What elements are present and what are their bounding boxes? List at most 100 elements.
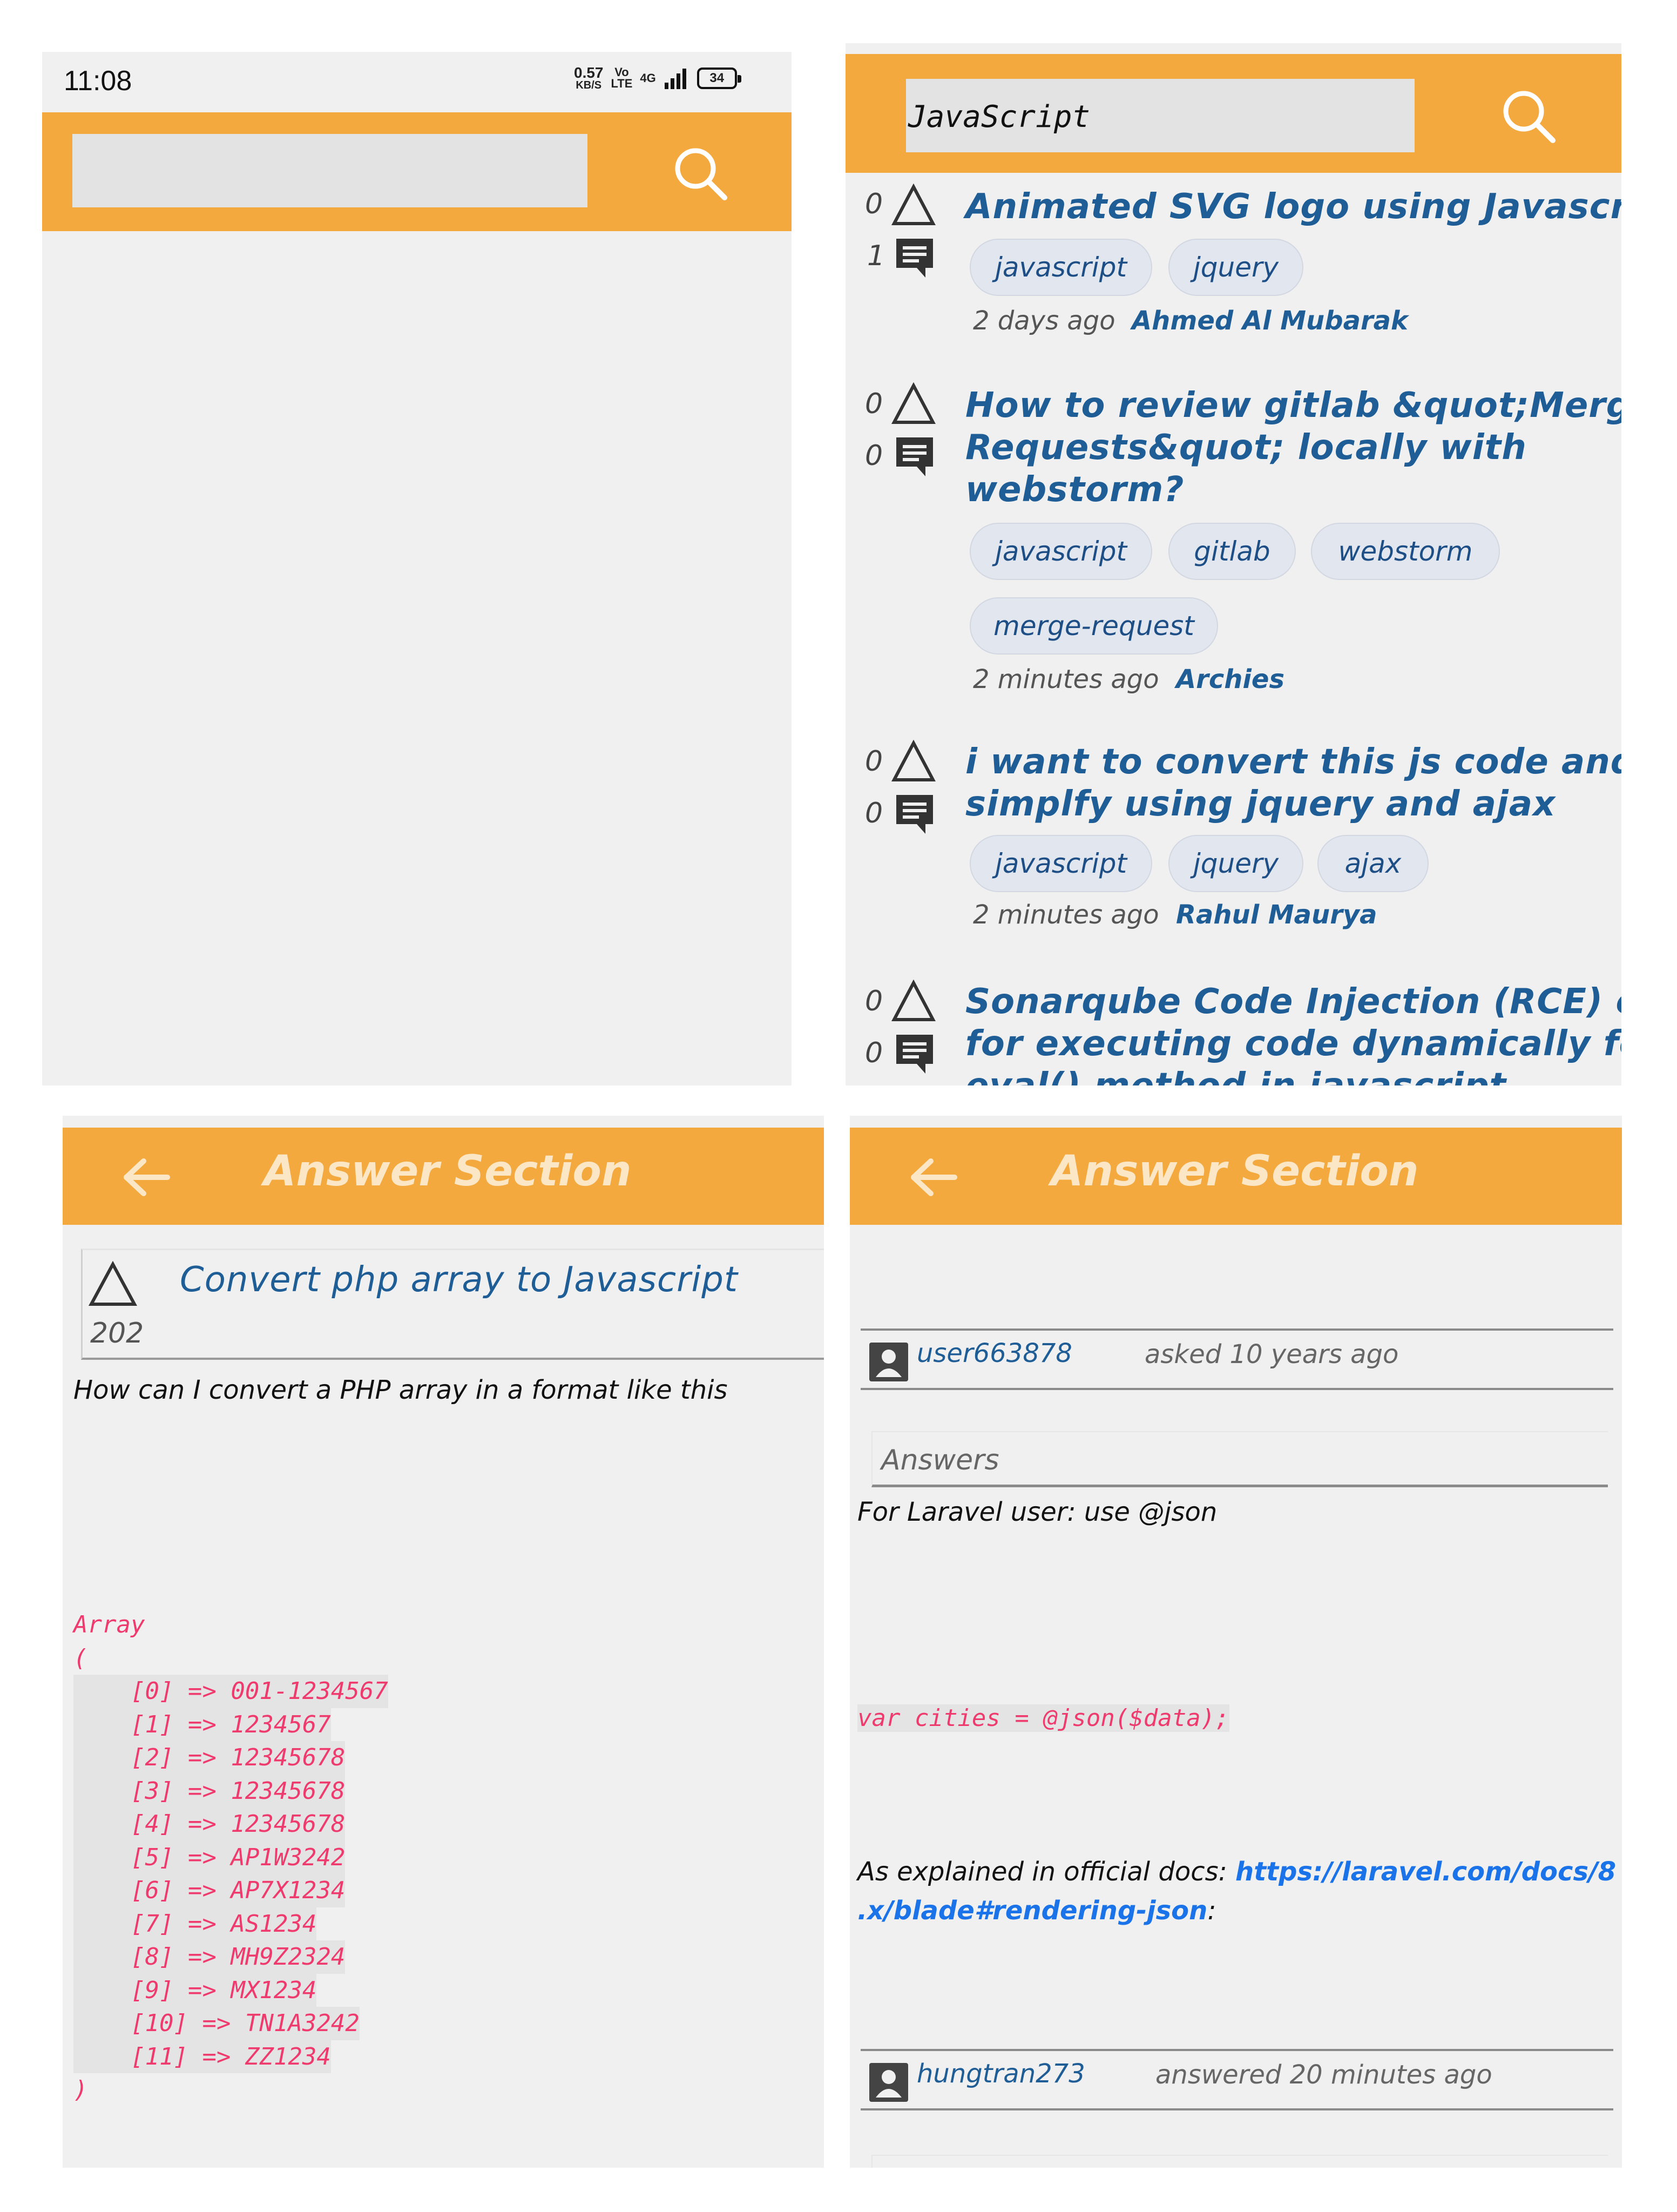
code-line: [7] => AS1234 <box>73 1907 317 1940</box>
question-title-line[interactable]: webstorm? <box>965 470 1184 510</box>
answer-text: For Laravel user: use @json <box>857 1497 1218 1527</box>
question-item[interactable]: 0 1 Animated SVG logo using Javascript j… <box>846 184 1621 378</box>
tag-chip[interactable]: webstorm <box>1311 523 1500 580</box>
back-arrow-icon[interactable] <box>908 1157 958 1198</box>
search-icon[interactable] <box>671 144 731 204</box>
link-suffix: : <box>1207 1896 1216 1926</box>
code-line: [11] => ZZ1234 <box>73 2040 331 2073</box>
next-answer-box <box>871 2155 1608 2168</box>
answerer-name[interactable]: hungtran273 <box>917 2059 1085 2089</box>
code-line: [3] => 12345678 <box>73 1774 346 1808</box>
code-line: [8] => MH9Z2324 <box>73 1940 346 1974</box>
question-author[interactable]: Ahmed Al Mubarak <box>1132 306 1408 336</box>
question-item[interactable]: 0 0 Sonarqube Code Injection (RCE) error… <box>846 980 1621 1085</box>
search-screen-empty: 11:08 0.57 KB/S Vo LTE 4G 34 <box>42 52 792 1085</box>
question-title-line[interactable]: i want to convert this js code and <box>965 742 1621 782</box>
comment-icon[interactable] <box>893 1031 936 1077</box>
comment-icon[interactable] <box>893 235 936 281</box>
code-line: ) <box>73 2076 88 2103</box>
tag-chip[interactable]: javascript <box>970 239 1152 296</box>
docs-link-cont[interactable]: .x/blade#rendering-json <box>857 1896 1207 1926</box>
code-line: [10] => TN1A3242 <box>73 2007 360 2040</box>
tag-chip[interactable]: merge-request <box>970 597 1218 655</box>
upvote-icon[interactable] <box>891 980 936 1023</box>
code-line: [1] => 1234567 <box>73 1708 331 1741</box>
question-item[interactable]: 0 0 How to review gitlab &quot;Merge Req… <box>846 382 1621 728</box>
header-title: Answer Section <box>1051 1147 1419 1196</box>
code-line: ( <box>73 1644 88 1672</box>
user-icon <box>869 1343 908 1381</box>
vote-count: 0 <box>865 188 883 220</box>
tag-chip[interactable]: javascript <box>970 835 1152 892</box>
asked-time: asked 10 years ago <box>1145 1339 1399 1370</box>
question-author[interactable]: Rahul Maurya <box>1176 900 1377 930</box>
question-title-line[interactable]: How to review gitlab &quot;Merge <box>965 386 1621 426</box>
answer-code: var cities = @json($data); <box>857 1704 1229 1732</box>
answer-count: 0 <box>865 1037 883 1069</box>
upvote-icon[interactable] <box>88 1261 138 1307</box>
divider <box>861 1328 1613 1331</box>
tag-chip[interactable]: jquery <box>1168 239 1303 296</box>
signal-icon <box>664 68 686 89</box>
answer-screen-question: Answer Section 202 Convert php array to … <box>63 1116 824 2168</box>
network-type: 4G <box>640 71 656 85</box>
vote-count: 0 <box>865 985 883 1017</box>
net-speed-unit: KB/S <box>576 79 602 91</box>
search-query: JavaScript <box>908 99 1091 134</box>
divider <box>861 2049 1613 2051</box>
answers-header: Answers <box>871 1431 1608 1487</box>
question-author[interactable]: Archies <box>1176 664 1284 694</box>
status-bar: 11:08 0.57 KB/S Vo LTE 4G 34 <box>42 52 792 112</box>
question-title-line[interactable]: eval() method in javascript <box>965 1066 1506 1085</box>
question-time: 2 days ago <box>973 306 1115 336</box>
search-icon[interactable] <box>1499 86 1559 147</box>
upvote-icon[interactable] <box>891 382 936 426</box>
upvote-icon[interactable] <box>891 184 936 227</box>
explained-text: As explained in official docs: <box>857 1857 1236 1887</box>
comment-icon[interactable] <box>893 434 936 480</box>
explained-line-2: .x/blade#rendering-json: <box>857 1896 1216 1926</box>
answer-count: 1 <box>867 240 885 272</box>
user-icon <box>869 2063 908 2102</box>
asker-name[interactable]: user663878 <box>917 1338 1072 1368</box>
question-item[interactable]: 0 0 i want to convert this js code and s… <box>846 740 1621 967</box>
vote-count: 0 <box>865 745 883 778</box>
tag-chip[interactable]: ajax <box>1317 835 1429 892</box>
lte-label: LTE <box>611 76 633 90</box>
search-appbar <box>42 112 792 231</box>
code-line: [0] => 001-1234567 <box>73 1675 388 1708</box>
question-title-line[interactable]: Sonarqube Code Injection (RCE) error <box>965 982 1621 1022</box>
back-arrow-icon[interactable] <box>121 1157 171 1198</box>
question-title-line[interactable]: Requests&quot; locally with <box>965 428 1527 468</box>
net-speed: 0.57 <box>574 64 604 81</box>
search-input[interactable]: JavaScript <box>906 79 1415 152</box>
search-appbar: JavaScript <box>846 54 1621 173</box>
explained-line: As explained in official docs: https://l… <box>857 1857 1616 1887</box>
tag-chip[interactable]: javascript <box>970 523 1152 580</box>
vote-count: 202 <box>90 1317 144 1350</box>
code-line: [2] => 12345678 <box>73 1741 346 1775</box>
divider <box>861 2108 1613 2110</box>
answer-appbar: Answer Section <box>63 1128 824 1225</box>
question-title-line[interactable]: for executing code dynamically for <box>965 1024 1621 1064</box>
answered-time: answered 20 minutes ago <box>1155 2060 1492 2090</box>
question-time: 2 minutes ago <box>973 900 1159 930</box>
battery-icon: 34 <box>697 67 741 89</box>
comment-icon[interactable] <box>893 792 936 837</box>
docs-link[interactable]: https://laravel.com/docs/8 <box>1235 1857 1616 1887</box>
code-line: Array <box>73 1611 145 1638</box>
question-title-line[interactable]: simplfy using jquery and ajax <box>965 784 1556 824</box>
tag-chip[interactable]: gitlab <box>1168 523 1296 580</box>
tag-chip[interactable]: jquery <box>1168 835 1303 892</box>
upvote-icon[interactable] <box>891 740 936 783</box>
vote-count: 0 <box>865 388 883 420</box>
search-input[interactable] <box>72 134 587 207</box>
header-title: Answer Section <box>263 1147 632 1196</box>
status-icons: 0.57 KB/S Vo LTE 4G 34 <box>574 64 741 91</box>
question-title[interactable]: Animated SVG logo using Javascript <box>965 187 1621 227</box>
code-line: [6] => AP7X1234 <box>73 1874 346 1907</box>
answer-appbar: Answer Section <box>850 1128 1622 1225</box>
code-block: Array ( [0] => 001-1234567 [1] => 1234567… <box>73 1608 388 2107</box>
answers-label: Answers <box>881 1444 999 1476</box>
code-line: [5] => AP1W3242 <box>73 1840 346 1874</box>
